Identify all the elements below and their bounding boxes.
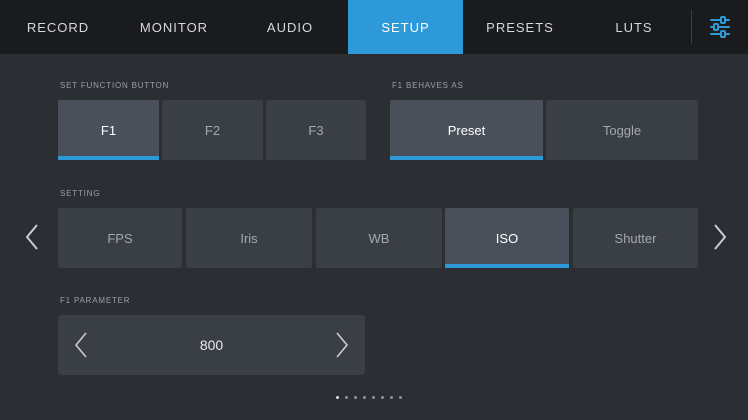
- tab-audio[interactable]: AUDIO: [232, 0, 348, 54]
- function-button-f1[interactable]: F1: [58, 100, 159, 160]
- setting-wb[interactable]: WB: [316, 208, 442, 268]
- behaves-as-toggle[interactable]: Toggle: [546, 100, 698, 160]
- tab-setup[interactable]: SETUP: [348, 0, 463, 54]
- camera-setup-screen: RECORD MONITOR AUDIO SETUP PRESETS LUTS: [0, 0, 748, 420]
- setting-fps[interactable]: FPS: [58, 208, 182, 268]
- setting-iso[interactable]: ISO: [445, 208, 569, 268]
- page-dot[interactable]: [336, 396, 339, 399]
- parameter-increase-button[interactable]: [327, 325, 357, 365]
- settings-sliders-icon: [710, 16, 730, 38]
- behaves-as-preset[interactable]: Preset: [390, 100, 543, 160]
- function-button-f3[interactable]: F3: [266, 100, 366, 160]
- setting-shutter[interactable]: Shutter: [573, 208, 698, 268]
- page-dot[interactable]: [363, 396, 366, 399]
- setting-label: SETTING: [60, 189, 101, 198]
- tab-luts[interactable]: LUTS: [577, 0, 691, 54]
- set-function-button-label: SET FUNCTION BUTTON: [60, 81, 170, 90]
- parameter-stepper: 800: [58, 315, 365, 375]
- setting-iris[interactable]: Iris: [186, 208, 312, 268]
- function-button-f2[interactable]: F2: [162, 100, 263, 160]
- chevron-right-icon: [714, 224, 727, 250]
- settings-menu-button[interactable]: [692, 0, 748, 54]
- f1-parameter-label: F1 PARAMETER: [60, 296, 131, 305]
- page-dot[interactable]: [390, 396, 393, 399]
- tab-monitor[interactable]: MONITOR: [116, 0, 232, 54]
- page-dot[interactable]: [399, 396, 402, 399]
- page-dot[interactable]: [345, 396, 348, 399]
- page-dot[interactable]: [372, 396, 375, 399]
- chevron-left-icon: [25, 224, 38, 250]
- setting-prev-button[interactable]: [20, 217, 44, 257]
- parameter-decrease-button[interactable]: [66, 325, 96, 365]
- tab-record[interactable]: RECORD: [0, 0, 116, 54]
- page-dot[interactable]: [354, 396, 357, 399]
- chevron-right-icon: [336, 332, 349, 358]
- page-indicator: [336, 396, 402, 399]
- parameter-value: 800: [199, 337, 224, 353]
- setting-next-button[interactable]: [708, 217, 732, 257]
- f1-behaves-as-label: F1 BEHAVES AS: [392, 81, 464, 90]
- chevron-left-icon: [74, 332, 87, 358]
- tab-bar: RECORD MONITOR AUDIO SETUP PRESETS LUTS: [0, 0, 748, 54]
- page-dot[interactable]: [381, 396, 384, 399]
- tab-presets[interactable]: PRESETS: [463, 0, 577, 54]
